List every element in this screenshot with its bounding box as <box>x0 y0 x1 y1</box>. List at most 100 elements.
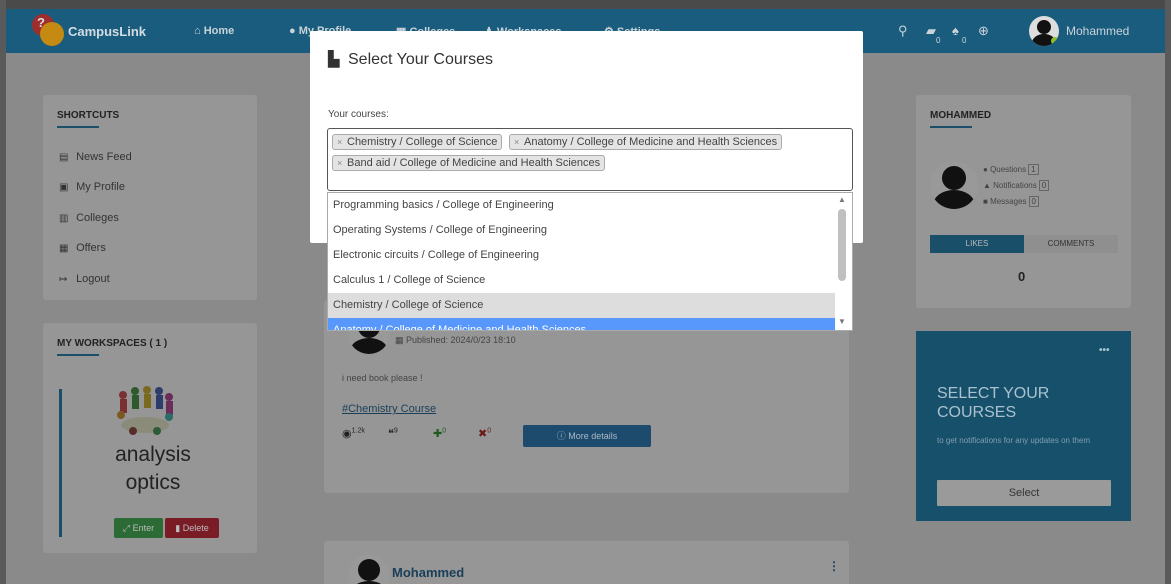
avatar[interactable] <box>348 555 390 584</box>
likes-count: 0 <box>442 427 447 435</box>
campuslink-logo[interactable]: ? <box>32 14 66 48</box>
notifications-stat: ▲ Notifications 0 <box>983 180 1050 191</box>
id-card-icon: ▣ <box>59 182 69 193</box>
courses-multiselect[interactable]: × Chemistry / College of Science × Anatomy… <box>327 128 853 191</box>
comments-count: 9 <box>393 427 398 435</box>
tab-likes[interactable]: LIKES <box>930 235 1024 253</box>
messages-stat: ■ Messages 0 <box>983 196 1039 207</box>
enter-workspace-button[interactable]: ⤢ Enter <box>114 518 163 538</box>
profile-title: MOHAMMED <box>930 110 992 121</box>
course-option[interactable]: Programming basics / College of Engineer… <box>328 193 835 218</box>
shortcut-logout[interactable]: ↦ Logout <box>59 273 110 285</box>
courses-label: Your courses: <box>328 109 389 120</box>
remove-icon[interactable]: × <box>514 135 519 149</box>
promo-subtitle: to get notifications for any updates on … <box>937 436 1090 445</box>
browser-strip <box>6 0 1165 9</box>
more-details-button[interactable]: ⓘ More details <box>523 425 651 447</box>
divider <box>57 354 99 356</box>
divider <box>57 126 99 128</box>
post-card: Mohammed ⋮ <box>324 541 849 584</box>
shortcut-label: Offers <box>76 242 106 254</box>
store-icon: ▦ <box>59 243 69 254</box>
app-frame: ? CampusLink ⌂ Home ● My Profile ▦ Colle… <box>6 0 1165 584</box>
book-pen-icon: ▙ <box>328 51 340 68</box>
stats-tabs: LIKES COMMENTS <box>930 235 1118 253</box>
course-option[interactable]: Electronic circuits / College of Enginee… <box>328 243 835 268</box>
courses-dropdown: Programming basics / College of Engineer… <box>327 192 853 331</box>
workspace-name-line2: optics <box>125 471 181 494</box>
views-count: 1.2k <box>351 427 365 435</box>
home-icon: ⌂ <box>194 25 204 37</box>
shortcut-my-profile[interactable]: ▣ My Profile <box>59 181 125 193</box>
promo-title: SELECT YOUR COURSES <box>937 385 1050 421</box>
course-option[interactable]: Calculus 1 / College of Science <box>328 268 835 293</box>
avatar[interactable] <box>930 161 978 209</box>
views-stat: ◉1.2k <box>342 427 365 440</box>
expand-icon: ⤢ <box>122 523 133 533</box>
like-button[interactable]: ✚0 <box>433 427 446 440</box>
search-icon[interactable]: ⚲ <box>898 23 908 39</box>
questions-count: 1 <box>1028 164 1039 175</box>
comments-stat[interactable]: ❝9 <box>388 427 398 440</box>
shortcut-label: Colleges <box>76 212 119 224</box>
username[interactable]: Mohammed <box>1066 24 1129 38</box>
scrollbar-thumb[interactable] <box>838 209 846 281</box>
tab-comments[interactable]: COMMENTS <box>1024 235 1118 253</box>
remove-icon[interactable]: × <box>337 156 342 170</box>
online-indicator <box>1051 37 1059 45</box>
globe-icon[interactable]: ⊕ <box>978 23 989 39</box>
course-option[interactable]: Chemistry / College of Science <box>328 293 835 318</box>
thumbs-up-icon: ✚ <box>433 428 443 440</box>
chat-count: 0 <box>936 36 941 45</box>
delete-label: Delete <box>182 523 209 533</box>
scroll-down-icon[interactable]: ▼ <box>838 317 846 326</box>
published-date-label: Published: 2024/0/23 18:10 <box>406 335 516 345</box>
profile-card: MOHAMMED ● Questions 1 ▲ Notifications 0 ■… <box>916 95 1131 308</box>
chip-label: Chemistry / College of Science <box>347 136 498 148</box>
shortcut-news-feed[interactable]: ▤ News Feed <box>59 151 132 163</box>
shortcuts-panel: SHORTCUTS ▤ News Feed ▣ My Profile ▥ Col… <box>43 95 257 300</box>
delete-workspace-button[interactable]: ▮ Delete <box>165 518 219 538</box>
scroll-up-icon[interactable]: ▲ <box>838 195 846 204</box>
brand-name[interactable]: CampusLink <box>68 24 146 39</box>
published-date: ▦ Published: 2024/0/23 18:10 <box>395 335 516 346</box>
nav-home[interactable]: ⌂ Home <box>194 25 234 37</box>
shortcut-label: News Feed <box>76 151 132 163</box>
dislike-button[interactable]: ✖0 <box>478 427 491 440</box>
workspace-accent-bar <box>59 389 62 537</box>
enter-label: Enter <box>132 523 155 533</box>
workspaces-panel: MY WORKSPACES ( 1 ) analysis optics ⤢ En… <box>43 323 257 553</box>
shortcut-colleges[interactable]: ▥ Colleges <box>59 212 119 224</box>
shortcut-offers[interactable]: ▦ Offers <box>59 242 106 254</box>
dislikes-count: 0 <box>487 427 492 435</box>
questions-label: Questions <box>990 165 1027 174</box>
post-menu-icon[interactable]: ⋮ <box>828 559 840 573</box>
course-option[interactable]: Anatomy / College of Medicine and Health… <box>328 318 835 330</box>
chip-label: Anatomy / College of Medicine and Health… <box>524 136 778 148</box>
modal-title-label: Select Your Courses <box>348 51 493 68</box>
info-icon: ⓘ <box>556 431 569 441</box>
post-tag-link[interactable]: #Chemistry Course <box>342 403 436 415</box>
notifications-label: Notifications <box>993 181 1037 190</box>
post-text: i need book please ! <box>342 373 423 383</box>
messages-label: Messages <box>990 197 1027 206</box>
course-option[interactable]: Operating Systems / College of Engineeri… <box>328 218 835 243</box>
question-icon: ● <box>983 165 991 174</box>
selected-course-chip: × Anatomy / College of Medicine and Healt… <box>509 134 783 150</box>
selected-course-chip: × Band aid / College of Medicine and Heal… <box>332 155 606 171</box>
remove-icon[interactable]: × <box>337 135 342 149</box>
promo-menu-icon[interactable]: ••• <box>1099 345 1110 356</box>
workspaces-title: MY WORKSPACES ( 1 ) <box>57 338 168 349</box>
newspaper-icon: ▤ <box>59 152 69 163</box>
chip-label: Band aid / College of Medicine and Healt… <box>347 157 601 169</box>
workspace-team-image <box>117 386 173 435</box>
selected-course-chip: × Chemistry / College of Science <box>332 134 503 150</box>
post-author[interactable]: Mohammed <box>392 565 464 580</box>
more-details-label: More details <box>568 431 618 441</box>
select-button[interactable]: Select <box>937 480 1111 506</box>
avatar[interactable] <box>1029 16 1059 46</box>
chat-icon[interactable]: ▰ <box>926 23 936 39</box>
bell-icon[interactable]: ♠ <box>952 23 959 38</box>
select-courses-promo: ••• SELECT YOUR COURSES to get notificat… <box>916 331 1131 521</box>
shortcut-label: Logout <box>76 273 110 285</box>
